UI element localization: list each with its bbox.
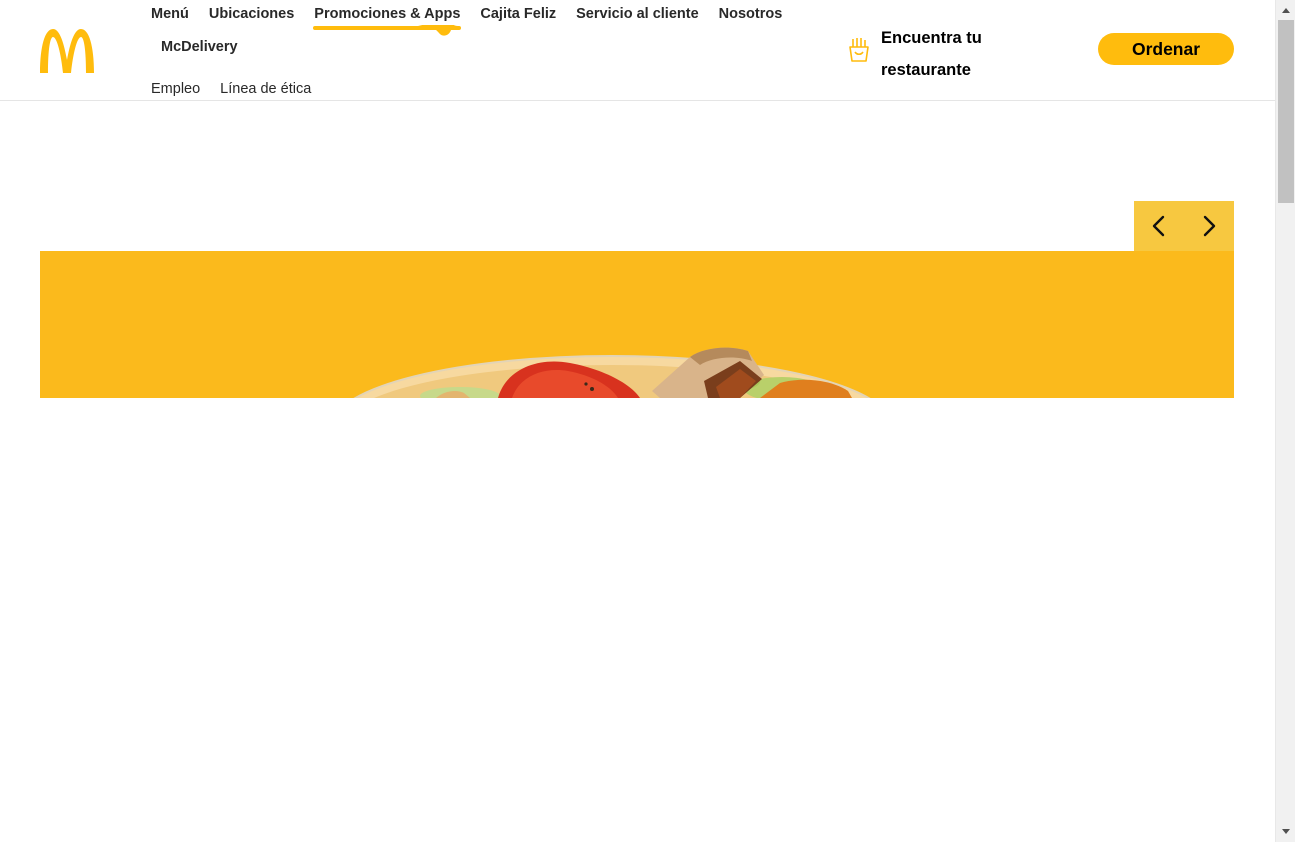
- nav-item-menu[interactable]: Menú: [151, 4, 189, 24]
- vertical-scrollbar[interactable]: [1275, 0, 1295, 842]
- nav-item-empleo[interactable]: Empleo: [151, 81, 200, 97]
- carousel-controls: [1134, 201, 1234, 251]
- scroll-up-arrow-icon[interactable]: [1276, 2, 1295, 19]
- primary-nav: Menú Ubicaciones Promociones & Apps Caji…: [151, 4, 831, 57]
- nav-item-promociones[interactable]: Promociones & Apps: [313, 4, 462, 30]
- nav-item-nosotros[interactable]: Nosotros: [719, 4, 783, 24]
- page: Menú Ubicaciones Promociones & Apps Caji…: [0, 0, 1275, 842]
- order-button[interactable]: Ordenar: [1098, 33, 1234, 65]
- find-restaurant-label: Encuentra tu restaurante: [881, 29, 982, 79]
- carousel-next-button[interactable]: [1184, 201, 1234, 251]
- chevron-left-icon: [1152, 215, 1165, 237]
- nav-item-ubicaciones[interactable]: Ubicaciones: [209, 4, 294, 24]
- scrollbar-thumb[interactable]: [1278, 20, 1294, 203]
- find-restaurant-link[interactable]: Encuentra tu restaurante: [848, 22, 1011, 86]
- nav-item-cajita-feliz[interactable]: Cajita Feliz: [480, 4, 556, 24]
- primary-nav-row-2: McDelivery: [151, 37, 831, 57]
- fries-icon: [849, 38, 869, 62]
- nav-item-mcdelivery[interactable]: McDelivery: [161, 37, 238, 57]
- secondary-nav: Empleo Línea de ética: [151, 81, 331, 97]
- nav-item-linea-etica[interactable]: Línea de ética: [220, 81, 311, 97]
- carousel-prev-button[interactable]: [1134, 201, 1184, 251]
- scroll-down-arrow-icon[interactable]: [1276, 823, 1295, 840]
- hero-banner[interactable]: [40, 251, 1234, 398]
- salad-bowl-image: [353, 347, 871, 398]
- site-header: Menú Ubicaciones Promociones & Apps Caji…: [0, 0, 1275, 101]
- golden-arches-icon: [40, 29, 94, 73]
- chevron-right-icon: [1203, 215, 1216, 237]
- primary-nav-row-1: Menú Ubicaciones Promociones & Apps Caji…: [151, 4, 831, 30]
- active-drip-decoration: [418, 25, 458, 36]
- mcdonalds-logo[interactable]: [38, 26, 96, 74]
- nav-item-servicio-cliente[interactable]: Servicio al cliente: [576, 4, 699, 24]
